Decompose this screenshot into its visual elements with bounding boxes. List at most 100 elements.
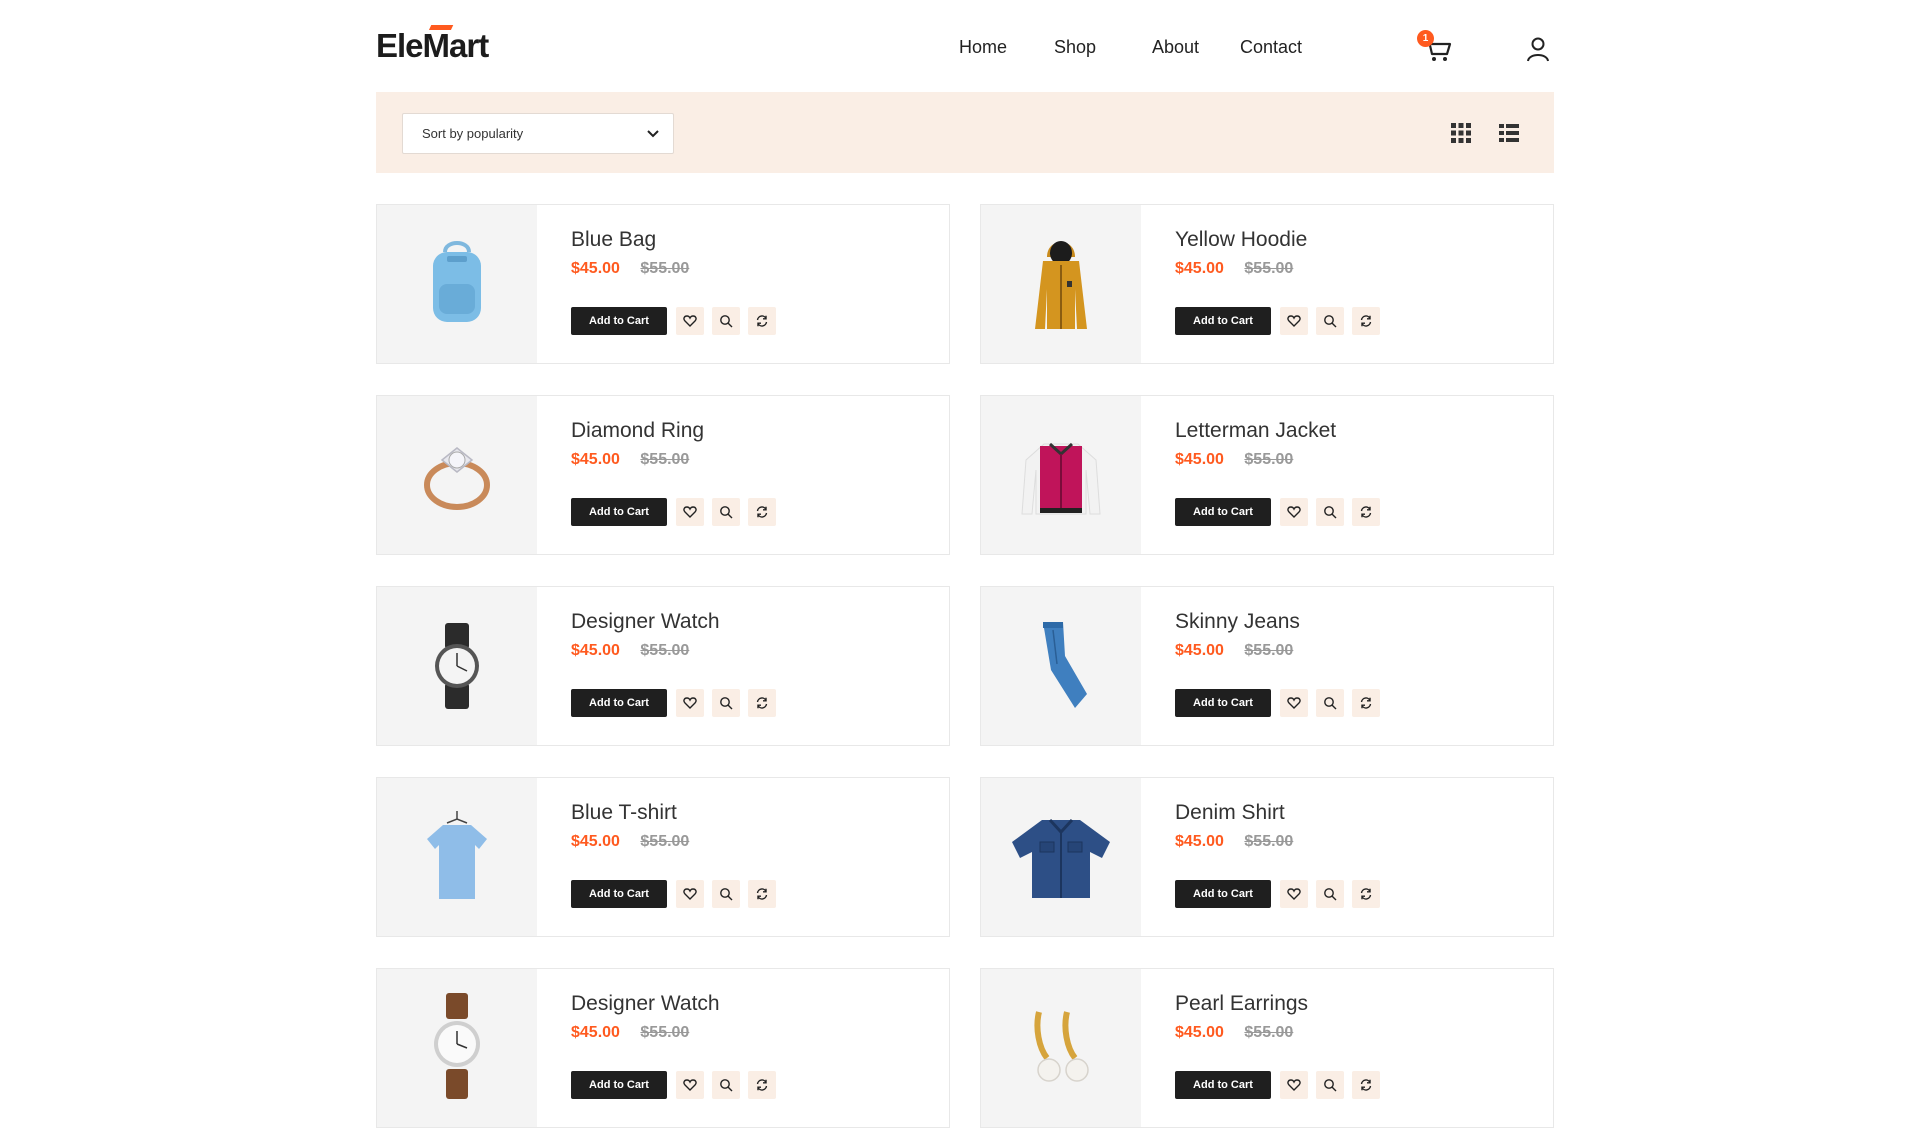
wishlist-button[interactable] bbox=[676, 307, 704, 335]
grid-view-button[interactable] bbox=[1450, 122, 1472, 144]
product-prices: $45.00 $55.00 bbox=[571, 259, 689, 279]
quick-view-button[interactable] bbox=[1316, 307, 1344, 335]
product-price: $45.00 bbox=[1175, 642, 1224, 659]
heart-icon bbox=[683, 888, 697, 900]
compare-button[interactable] bbox=[748, 689, 776, 717]
blue-tshirt-image bbox=[427, 811, 487, 899]
product-name[interactable]: Blue T-shirt bbox=[571, 800, 689, 826]
quick-view-button[interactable] bbox=[712, 498, 740, 526]
nav-contact[interactable]: Contact bbox=[1240, 37, 1302, 58]
quick-view-button[interactable] bbox=[1316, 689, 1344, 717]
product-image-skinny-jeans[interactable] bbox=[981, 587, 1141, 745]
quick-view-button[interactable] bbox=[712, 880, 740, 908]
product-name[interactable]: Pearl Earrings bbox=[1175, 991, 1308, 1017]
compare-button[interactable] bbox=[1352, 307, 1380, 335]
quick-view-button[interactable] bbox=[712, 307, 740, 335]
refresh-icon bbox=[1360, 888, 1372, 900]
nav-about[interactable]: About bbox=[1152, 37, 1199, 58]
product-old-price: $55.00 bbox=[1244, 260, 1294, 277]
product-name[interactable]: Blue Bag bbox=[571, 227, 689, 253]
compare-button[interactable] bbox=[1352, 689, 1380, 717]
product-name[interactable]: Designer Watch bbox=[571, 991, 720, 1017]
product-info: Designer Watch $45.00 $55.00 bbox=[571, 991, 720, 1043]
product-image-brown-watch[interactable] bbox=[377, 969, 537, 1127]
product-name[interactable]: Designer Watch bbox=[571, 609, 720, 635]
product-prices: $45.00 $55.00 bbox=[1175, 832, 1293, 852]
search-icon bbox=[720, 1079, 733, 1092]
product-name[interactable]: Denim Shirt bbox=[1175, 800, 1293, 826]
compare-button[interactable] bbox=[748, 498, 776, 526]
compare-button[interactable] bbox=[1352, 880, 1380, 908]
compare-button[interactable] bbox=[748, 307, 776, 335]
refresh-icon bbox=[756, 697, 768, 709]
quick-view-button[interactable] bbox=[712, 689, 740, 717]
nav-home[interactable]: Home bbox=[959, 37, 1007, 58]
compare-button[interactable] bbox=[1352, 1071, 1380, 1099]
product-image-blue-bag[interactable] bbox=[377, 205, 537, 363]
product-image-black-watch[interactable] bbox=[377, 587, 537, 745]
search-icon bbox=[1324, 1079, 1337, 1092]
logo[interactable]: EleMart bbox=[376, 26, 489, 66]
quick-view-button[interactable] bbox=[712, 1071, 740, 1099]
product-image-blue-tshirt[interactable] bbox=[377, 778, 537, 936]
add-to-cart-button[interactable]: Add to Cart bbox=[1175, 1071, 1271, 1099]
product-actions: Add to Cart bbox=[1175, 689, 1380, 717]
compare-button[interactable] bbox=[748, 880, 776, 908]
add-to-cart-button[interactable]: Add to Cart bbox=[1175, 689, 1271, 717]
wishlist-button[interactable] bbox=[676, 498, 704, 526]
wishlist-button[interactable] bbox=[676, 880, 704, 908]
product-name[interactable]: Diamond Ring bbox=[571, 418, 704, 444]
compare-button[interactable] bbox=[1352, 498, 1380, 526]
compare-button[interactable] bbox=[748, 1071, 776, 1099]
cart-button[interactable]: 1 bbox=[1417, 30, 1457, 68]
product-card: Blue Bag $45.00 $55.00 Add to Cart bbox=[376, 204, 950, 364]
quick-view-button[interactable] bbox=[1316, 1071, 1344, 1099]
list-view-button[interactable] bbox=[1498, 122, 1520, 144]
wishlist-button[interactable] bbox=[1280, 307, 1308, 335]
sort-select[interactable]: Sort by popularity bbox=[402, 113, 674, 154]
quick-view-button[interactable] bbox=[1316, 880, 1344, 908]
product-actions: Add to Cart bbox=[571, 1071, 776, 1099]
product-prices: $45.00 $55.00 bbox=[571, 450, 704, 470]
product-prices: $45.00 $55.00 bbox=[1175, 259, 1307, 279]
add-to-cart-button[interactable]: Add to Cart bbox=[1175, 307, 1271, 335]
product-name[interactable]: Skinny Jeans bbox=[1175, 609, 1300, 635]
add-to-cart-button[interactable]: Add to Cart bbox=[571, 307, 667, 335]
search-icon bbox=[1324, 506, 1337, 519]
product-actions: Add to Cart bbox=[1175, 880, 1380, 908]
add-to-cart-button[interactable]: Add to Cart bbox=[571, 1071, 667, 1099]
add-to-cart-button[interactable]: Add to Cart bbox=[571, 689, 667, 717]
product-card: Denim Shirt $45.00 $55.00 Add to Cart bbox=[980, 777, 1554, 937]
add-to-cart-button[interactable]: Add to Cart bbox=[571, 880, 667, 908]
wishlist-button[interactable] bbox=[676, 689, 704, 717]
add-to-cart-button[interactable]: Add to Cart bbox=[1175, 498, 1271, 526]
search-icon bbox=[720, 697, 733, 710]
denim-shirt-image bbox=[1012, 818, 1110, 898]
heart-icon bbox=[683, 697, 697, 709]
wishlist-button[interactable] bbox=[1280, 880, 1308, 908]
product-image-yellow-hoodie[interactable] bbox=[981, 205, 1141, 363]
nav-shop[interactable]: Shop bbox=[1054, 37, 1096, 58]
product-name[interactable]: Yellow Hoodie bbox=[1175, 227, 1307, 253]
search-icon bbox=[720, 888, 733, 901]
wishlist-button[interactable] bbox=[1280, 689, 1308, 717]
wishlist-button[interactable] bbox=[1280, 498, 1308, 526]
product-info: Denim Shirt $45.00 $55.00 bbox=[1175, 800, 1293, 852]
shop-toolbar: Sort by popularity bbox=[376, 92, 1554, 173]
logo-text-m: M bbox=[422, 27, 450, 64]
add-to-cart-button[interactable]: Add to Cart bbox=[571, 498, 667, 526]
product-prices: $45.00 $55.00 bbox=[571, 832, 689, 852]
search-icon bbox=[1324, 315, 1337, 328]
add-to-cart-button[interactable]: Add to Cart bbox=[1175, 880, 1271, 908]
product-actions: Add to Cart bbox=[1175, 498, 1380, 526]
wishlist-button[interactable] bbox=[676, 1071, 704, 1099]
product-image-denim-shirt[interactable] bbox=[981, 778, 1141, 936]
product-image-pearl-earrings[interactable] bbox=[981, 969, 1141, 1127]
account-button[interactable] bbox=[1524, 35, 1554, 65]
wishlist-button[interactable] bbox=[1280, 1071, 1308, 1099]
refresh-icon bbox=[1360, 506, 1372, 518]
product-image-letterman-jacket[interactable] bbox=[981, 396, 1141, 554]
quick-view-button[interactable] bbox=[1316, 498, 1344, 526]
product-image-diamond-ring[interactable] bbox=[377, 396, 537, 554]
product-name[interactable]: Letterman Jacket bbox=[1175, 418, 1336, 444]
